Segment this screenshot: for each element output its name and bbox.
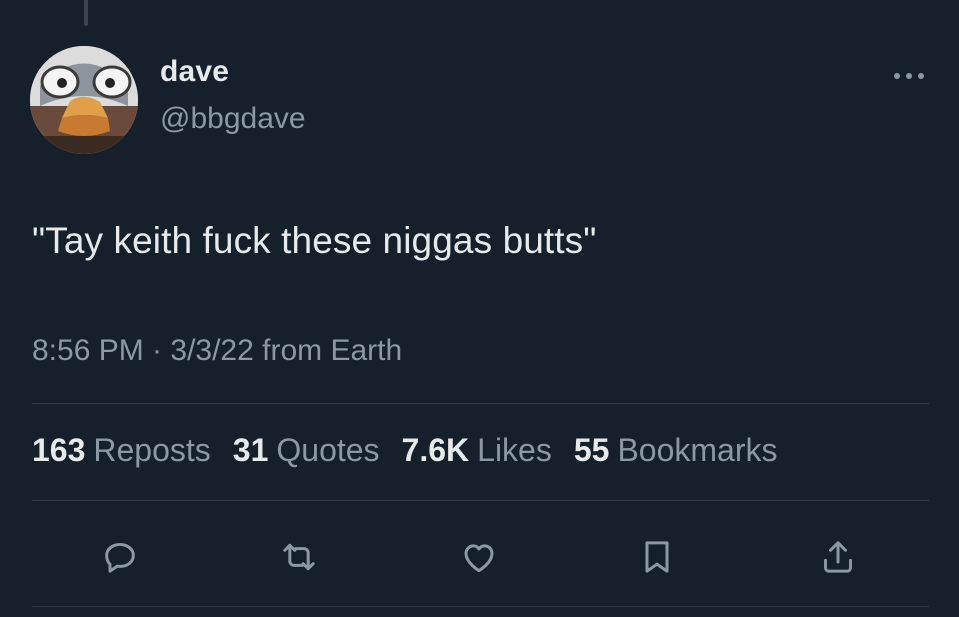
tweet-text: "Tay keith fuck these niggas butts" — [32, 220, 597, 261]
reply-button[interactable] — [97, 534, 143, 580]
thread-connector-line — [84, 0, 88, 26]
author-handle[interactable]: @bbgdave — [160, 102, 306, 136]
stat-count: 31 — [232, 432, 269, 468]
share-icon — [824, 541, 852, 573]
more-options-button[interactable] — [889, 64, 929, 88]
stat-likes[interactable]: 7.6K Likes — [402, 432, 552, 469]
like-button[interactable] — [456, 534, 502, 580]
bookmark-button[interactable] — [634, 534, 680, 580]
tweet-timestamp[interactable]: 8:56 PM · 3/3/22 from Earth — [32, 334, 402, 368]
bookmark-icon — [645, 541, 669, 573]
stat-label: Quotes — [276, 432, 380, 468]
stat-count: 7.6K — [401, 432, 470, 468]
stat-count: 55 — [573, 432, 610, 468]
stat-quotes[interactable]: 31 Quotes — [233, 432, 380, 469]
engagement-stats: 163 Reposts 31 Quotes 7.6K Likes 55 Bookmark… — [32, 432, 799, 469]
share-button[interactable] — [815, 534, 861, 580]
stat-reposts[interactable]: 163 Reposts — [32, 432, 211, 469]
reply-icon — [105, 543, 135, 573]
stat-label: Bookmarks — [617, 432, 778, 468]
avatar-image — [30, 46, 138, 154]
stat-bookmarks[interactable]: 55 Bookmarks — [574, 432, 778, 469]
divider — [32, 500, 929, 501]
heart-icon — [464, 544, 494, 573]
repost-icon — [283, 543, 315, 571]
repost-button[interactable] — [276, 534, 322, 580]
author-display-name[interactable]: dave — [160, 55, 229, 89]
action-bar — [0, 534, 959, 580]
more-horizontal-icon — [894, 73, 924, 79]
stat-count: 163 — [32, 432, 86, 468]
divider — [32, 606, 929, 607]
avatar[interactable] — [30, 46, 138, 154]
stat-label: Reposts — [93, 432, 211, 468]
divider — [32, 403, 929, 404]
stat-label: Likes — [477, 432, 552, 468]
